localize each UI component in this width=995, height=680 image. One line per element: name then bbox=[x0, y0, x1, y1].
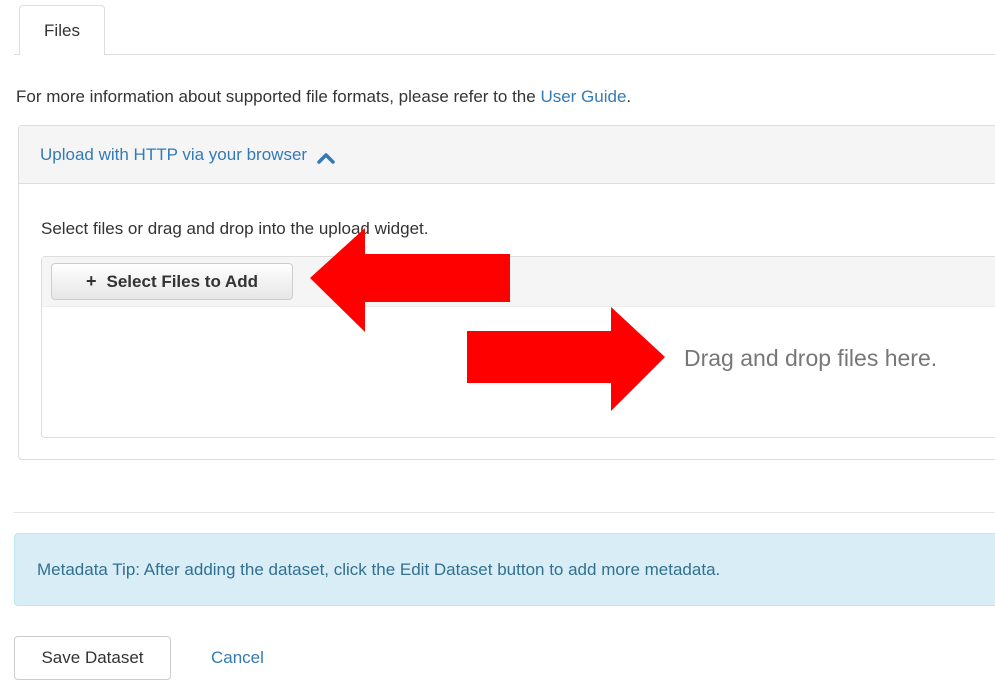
red-arrow-right-icon bbox=[467, 307, 665, 411]
file-format-info: For more information about supported fil… bbox=[16, 86, 631, 108]
save-dataset-button[interactable]: Save Dataset bbox=[14, 636, 171, 680]
section-divider bbox=[14, 512, 995, 513]
save-dataset-label: Save Dataset bbox=[41, 648, 144, 667]
user-guide-link[interactable]: User Guide bbox=[540, 87, 626, 106]
metadata-tip-text: Metadata Tip: After adding the dataset, … bbox=[37, 559, 721, 579]
upload-toolbar: + Select Files to Add bbox=[42, 257, 995, 307]
select-files-label: Select Files to Add bbox=[106, 271, 258, 291]
cancel-link[interactable]: Cancel bbox=[211, 647, 264, 669]
tab-bar: Files bbox=[0, 0, 995, 55]
tab-files[interactable]: Files bbox=[19, 5, 105, 55]
plus-icon: + bbox=[86, 271, 97, 291]
drop-zone-text: Drag and drop files here. bbox=[684, 345, 938, 371]
info-text: For more information about supported fil… bbox=[16, 87, 541, 106]
metadata-tip-alert: Metadata Tip: After adding the dataset, … bbox=[14, 533, 995, 606]
tab-files-label: Files bbox=[44, 20, 80, 40]
select-files-button[interactable]: + Select Files to Add bbox=[51, 263, 293, 300]
chevron-up-icon bbox=[317, 149, 335, 164]
tab-underline bbox=[14, 54, 995, 55]
upload-panel-title: Upload with HTTP via your browser bbox=[40, 144, 308, 164]
info-suffix: . bbox=[626, 87, 632, 106]
upload-panel-toggle[interactable]: Upload with HTTP via your browser bbox=[19, 126, 995, 184]
